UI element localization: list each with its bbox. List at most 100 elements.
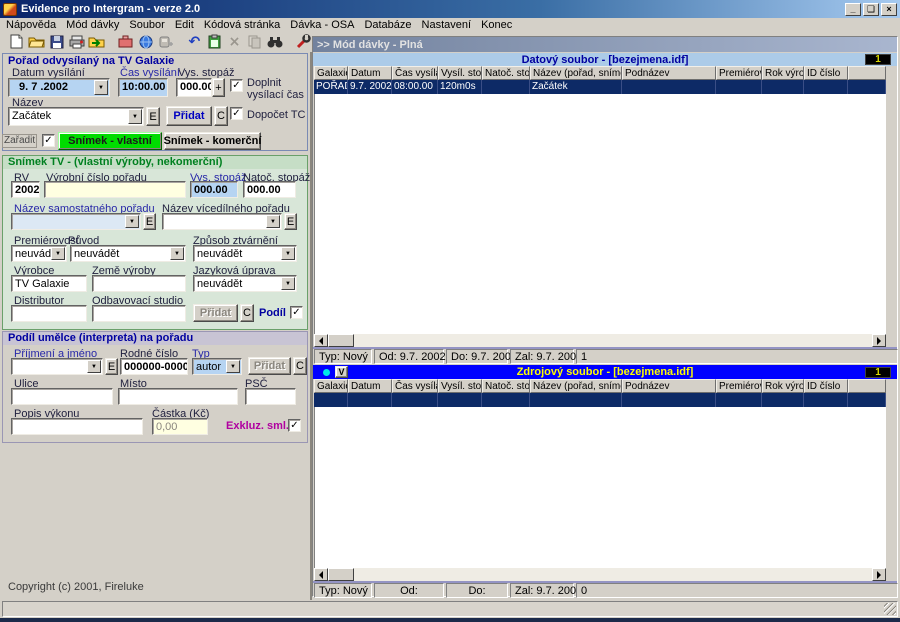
column-header[interactable]: Natoč. stopáž xyxy=(482,379,530,393)
data-table-selected-row[interactable]: POŘAD 9.7. 2002 08:00.00 120m0s Začátek xyxy=(314,80,886,94)
chevron-down-icon[interactable]: ▼ xyxy=(87,360,101,373)
studio-field[interactable] xyxy=(92,305,186,322)
zaradit-checkbox[interactable]: ✓ xyxy=(42,134,55,147)
open-folder-icon[interactable] xyxy=(28,33,45,50)
data-table-body[interactable] xyxy=(314,80,886,334)
ulice-field[interactable] xyxy=(11,388,113,405)
vicedilny-combo[interactable]: ▼ xyxy=(162,213,282,230)
scroll-right-icon[interactable] xyxy=(872,568,886,581)
menu-mod-davky[interactable]: Mód dávky xyxy=(66,19,119,31)
pridat-podil-button[interactable]: Přidat xyxy=(248,357,291,375)
zpusob-combo[interactable]: neuvádět ▼ xyxy=(193,245,297,262)
menu-nastaveni[interactable]: Nastavení xyxy=(422,19,472,31)
vicedilny-e-button[interactable]: E xyxy=(284,213,297,230)
jazyk-combo[interactable]: neuvádět ▼ xyxy=(193,275,297,292)
chevron-down-icon[interactable]: ▼ xyxy=(94,80,108,95)
menu-kodova-stranka[interactable]: Kódová stránka xyxy=(204,19,280,31)
premierovost-combo[interactable]: neuvádět ▼ xyxy=(11,245,67,262)
vys-stopaz-field[interactable]: 000.00 xyxy=(176,78,212,97)
nazev-combo[interactable]: Začátek ▼ xyxy=(8,107,144,126)
source-table-body[interactable] xyxy=(314,393,886,568)
column-header[interactable]: ID číslo xyxy=(804,66,848,80)
column-header[interactable]: Datum xyxy=(348,66,392,80)
column-header[interactable]: Galaxie xyxy=(314,66,348,80)
column-header[interactable]: Podnázev xyxy=(622,66,716,80)
globe-icon[interactable] xyxy=(137,33,154,50)
natoc-stopaz-field[interactable]: 000.00 xyxy=(243,181,296,198)
menu-napoveda[interactable]: Nápověda xyxy=(6,19,56,31)
minimize-button[interactable]: _ xyxy=(845,3,861,16)
prijmeni-e-button[interactable]: E xyxy=(105,358,118,375)
psc-field[interactable] xyxy=(245,388,296,405)
c-snimek-button[interactable]: C xyxy=(240,304,254,322)
castka-field[interactable]: 0,00 xyxy=(152,418,208,435)
chevron-down-icon[interactable]: ▼ xyxy=(125,215,139,228)
popis-field[interactable] xyxy=(11,418,143,435)
scrollbar-thumb[interactable] xyxy=(328,334,354,347)
find-binoculars-icon[interactable] xyxy=(266,33,283,50)
scroll-left-icon[interactable] xyxy=(314,568,328,581)
c-porad-button[interactable]: C xyxy=(214,106,228,126)
column-header[interactable]: Premiérovost xyxy=(716,379,762,393)
column-header[interactable]: Natoč. stopáž xyxy=(482,66,530,80)
chevron-down-icon[interactable]: ▼ xyxy=(51,247,65,260)
menu-soubor[interactable]: Soubor xyxy=(129,19,164,31)
column-header[interactable]: Čas vysílání xyxy=(392,379,438,393)
vys-stopaz-spin-button[interactable]: + xyxy=(212,78,225,97)
samostatny-e-button[interactable]: E xyxy=(143,213,156,230)
menu-databaze[interactable]: Databáze xyxy=(364,19,411,31)
rodne-field[interactable]: 000000-0000 xyxy=(120,358,188,375)
source-table-selected-row[interactable] xyxy=(314,393,886,407)
scroll-right-icon[interactable] xyxy=(872,334,886,347)
column-header[interactable]: Rok výroby xyxy=(762,66,804,80)
batch-case-icon[interactable] xyxy=(117,33,134,50)
undo-icon[interactable]: ↶ xyxy=(186,33,203,50)
scrollbar-thumb[interactable] xyxy=(328,568,354,581)
resize-grip[interactable] xyxy=(884,603,896,615)
save-icon[interactable] xyxy=(48,33,65,50)
rv-field[interactable]: 2002 xyxy=(11,181,40,198)
scroll-left-icon[interactable] xyxy=(314,334,328,347)
c-podil-button[interactable]: C xyxy=(293,357,307,375)
podil-checkbox[interactable]: ✓ xyxy=(290,306,303,319)
chevron-down-icon[interactable]: ▼ xyxy=(266,215,280,228)
vys-stopaz2-field[interactable]: 000.00 xyxy=(190,181,238,198)
pridat-porad-button[interactable]: Přidat xyxy=(166,106,212,126)
source-table-hscrollbar[interactable] xyxy=(314,568,886,581)
dopocet-checkbox[interactable]: ✓ xyxy=(230,107,243,120)
menu-davka-osa[interactable]: Dávka - OSA xyxy=(290,19,354,31)
chevron-down-icon[interactable]: ▼ xyxy=(281,247,295,260)
vyrobce-field[interactable]: TV Galaxie xyxy=(11,275,87,292)
chevron-down-icon[interactable]: ▼ xyxy=(128,109,142,124)
printer-icon[interactable] xyxy=(68,33,85,50)
new-file-icon[interactable] xyxy=(8,33,25,50)
snimek-komercni-button[interactable]: Snímek - komerční xyxy=(164,132,261,150)
source-check-button[interactable]: V xyxy=(335,366,348,378)
column-header[interactable]: Premiérovost xyxy=(716,66,762,80)
tools-wrench-icon[interactable] xyxy=(295,33,312,50)
chevron-down-icon[interactable]: ▼ xyxy=(170,247,184,260)
vyrobni-cislo-field[interactable] xyxy=(44,181,186,198)
exkluz-checkbox[interactable]: ✓ xyxy=(288,419,301,432)
column-header[interactable]: Rok výroby xyxy=(762,379,804,393)
copy-icon[interactable] xyxy=(246,33,263,50)
zeme-field[interactable] xyxy=(92,275,186,292)
phone-add-icon[interactable] xyxy=(157,33,174,50)
distributor-field[interactable] xyxy=(11,305,87,322)
column-header[interactable]: Podnázev xyxy=(622,379,716,393)
column-header[interactable]: Čas vysílání xyxy=(392,66,438,80)
column-header[interactable]: ID číslo xyxy=(804,379,848,393)
delete-icon[interactable]: × xyxy=(226,33,243,50)
nazev-e-button[interactable]: E xyxy=(146,107,160,126)
column-header[interactable]: Galaxie xyxy=(314,379,348,393)
close-button[interactable]: × xyxy=(881,3,897,16)
maximize-button[interactable]: ❏ xyxy=(863,3,879,16)
chevron-down-icon[interactable]: ▼ xyxy=(226,360,240,373)
prijmeni-combo[interactable]: ▼ xyxy=(11,358,103,375)
menu-edit[interactable]: Edit xyxy=(175,19,194,31)
samostatny-combo[interactable]: ▼ xyxy=(11,213,141,230)
import-folder-icon[interactable] xyxy=(88,33,105,50)
column-header[interactable]: Vysíl. stopáž xyxy=(438,379,482,393)
puvod-combo[interactable]: neuvádět ▼ xyxy=(70,245,186,262)
doplnit-checkbox[interactable]: ✓ xyxy=(230,79,243,92)
